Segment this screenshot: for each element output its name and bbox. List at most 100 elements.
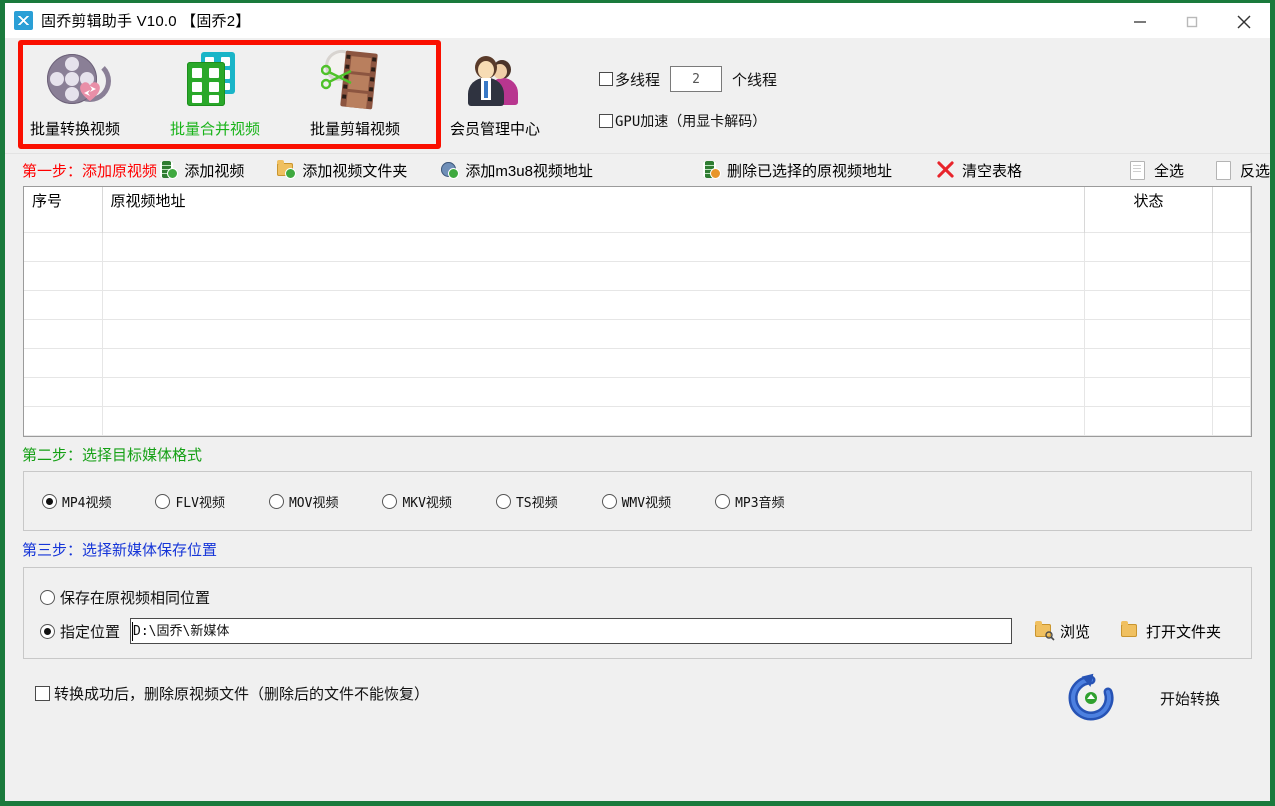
radio-mkv[interactable] — [382, 493, 398, 509]
table-row[interactable] — [24, 289, 1251, 319]
tool-label: 批量剪辑视频 — [309, 121, 400, 138]
delete-after-checkbox[interactable] — [35, 686, 50, 701]
format-option-wmv[interactable]: WMV视频 — [601, 492, 671, 511]
format-label: MKV视频 — [402, 495, 452, 511]
radio-flv[interactable] — [155, 493, 171, 509]
custom-location-row: 指定位置 D:\固乔\新媒体 浏览 打开文件夹 — [40, 614, 1251, 648]
members-icon — [459, 48, 531, 114]
add-video-button[interactable]: 添加视频 — [158, 160, 244, 181]
column-header-status[interactable]: 状态 — [1084, 187, 1213, 232]
table-row[interactable] — [24, 405, 1251, 435]
table-row[interactable] — [24, 376, 1251, 406]
table-header-row: 序号 原视频地址 状态 — [24, 187, 1251, 232]
bottom-bar: 转换成功后，删除原视频文件（删除后的文件不能恢复） 开始转换 — [5, 659, 1270, 769]
format-label: MP3音频 — [735, 495, 785, 511]
format-option-mp4[interactable]: MP4视频 — [42, 492, 111, 511]
radio-mp4[interactable] — [42, 493, 57, 509]
tool-batch-cut[interactable]: 批量剪辑视频 — [285, 38, 425, 139]
format-label: MOV视频 — [288, 495, 339, 511]
clear-table-button[interactable]: 清空表格 — [936, 160, 1022, 181]
radio-wmv[interactable] — [601, 493, 617, 509]
radio-mov[interactable] — [268, 493, 284, 509]
add-video-icon — [158, 161, 179, 179]
gpu-label: GPU加速（用显卡解码） — [615, 114, 767, 130]
window-controls — [1114, 3, 1270, 41]
tool-batch-merge[interactable]: 批量合并视频 — [145, 38, 285, 139]
merge-blocks-icon — [179, 48, 251, 114]
table-row[interactable] — [24, 231, 1251, 261]
delete-selected-icon — [701, 161, 721, 179]
radio-ts[interactable] — [495, 493, 511, 509]
save-path-input[interactable]: D:\固乔\新媒体 — [130, 618, 1012, 644]
start-convert-icon — [1064, 673, 1118, 723]
step2-title: 第二步：选择目标媒体格式 — [22, 446, 203, 464]
tool-label: 批量转换视频 — [29, 121, 120, 138]
destination-actions: 浏览 打开文件夹 — [1034, 621, 1251, 642]
maximize-button[interactable] — [1166, 3, 1218, 41]
select-all-button[interactable]: 全选 — [1128, 160, 1184, 181]
scissors-filmstrip-icon — [319, 45, 391, 114]
action-label: 添加视频 — [184, 162, 245, 180]
add-video-folder-button[interactable]: 添加视频文件夹 — [276, 160, 407, 181]
gpu-checkbox[interactable] — [599, 114, 613, 128]
start-convert-button[interactable]: 开始转换 — [1064, 673, 1220, 723]
thread-unit-label: 个线程 — [732, 71, 778, 89]
column-header-index[interactable]: 序号 — [24, 187, 103, 232]
tool-member-center[interactable]: 会员管理中心 — [425, 38, 565, 139]
add-m3u8-icon — [439, 161, 460, 179]
step2-header: 第二步：选择目标媒体格式 — [5, 437, 1270, 471]
open-folder-icon — [1120, 621, 1140, 640]
format-option-flv[interactable]: FLV视频 — [155, 492, 225, 511]
window-title: 固乔剪辑助手 V10.0 【固乔2】 — [41, 13, 251, 30]
radio-mp3[interactable] — [715, 493, 731, 509]
format-option-ts[interactable]: TS视频 — [495, 492, 558, 511]
browse-folder-icon — [1034, 621, 1055, 641]
format-option-mp3[interactable]: MP3音频 — [715, 492, 785, 511]
format-option-mkv[interactable]: MKV视频 — [382, 492, 452, 511]
application-window: 固乔剪辑助手 V10.0 【固乔2】 批量转换视频 批量合并视频 批量剪辑视频 … — [0, 0, 1275, 806]
action-label: 打开文件夹 — [1145, 623, 1221, 641]
open-folder-button[interactable]: 打开文件夹 — [1120, 621, 1221, 642]
step1-title: 第一步：添加原视频 — [22, 162, 158, 180]
close-button[interactable] — [1218, 3, 1270, 41]
table-row[interactable] — [24, 318, 1251, 348]
thread-count-input[interactable]: 2 — [670, 66, 723, 92]
multithread-option: 多线程 2 个线程 — [599, 64, 777, 94]
step3-header: 第三步：选择新媒体保存位置 — [5, 531, 1270, 567]
tool-buttons: 批量转换视频 批量合并视频 批量剪辑视频 会员管理中心 — [5, 38, 565, 139]
invert-selection-button[interactable]: 反选 — [1214, 160, 1270, 181]
video-list-table[interactable]: 序号 原视频地址 状态 — [23, 186, 1252, 437]
table-row[interactable] — [24, 347, 1251, 377]
format-label: FLV视频 — [175, 495, 225, 511]
multithread-checkbox[interactable] — [599, 72, 613, 86]
format-panel: MP4视频 FLV视频 MOV视频 MKV视频 TS视频 WMV视频 MP3音频 — [23, 471, 1252, 531]
column-header-path[interactable]: 原视频地址 — [102, 187, 1085, 232]
radio-same-location[interactable] — [40, 589, 55, 605]
browse-button[interactable]: 浏览 — [1034, 621, 1090, 642]
clear-table-icon — [936, 161, 956, 179]
custom-location-label: 指定位置 — [60, 623, 121, 641]
format-option-mov[interactable]: MOV视频 — [268, 492, 339, 511]
action-label: 浏览 — [1059, 623, 1090, 641]
add-m3u8-button[interactable]: 添加m3u8视频地址 — [439, 160, 593, 181]
delete-selected-button[interactable]: 删除已选择的原视频地址 — [701, 160, 892, 181]
format-label: MP4视频 — [62, 495, 112, 511]
same-location-row[interactable]: 保存在原视频相同位置 — [40, 580, 1251, 614]
toolbar-options: 多线程 2 个线程 GPU加速（用显卡解码） — [599, 64, 777, 148]
minimize-button[interactable] — [1114, 3, 1166, 41]
tool-label: 批量合并视频 — [169, 121, 260, 138]
same-location-label: 保存在原视频相同位置 — [60, 589, 211, 607]
start-convert-label: 开始转换 — [1159, 690, 1220, 708]
action-label: 全选 — [1153, 162, 1184, 180]
invert-selection-icon — [1214, 161, 1234, 180]
film-reel-convert-icon — [39, 48, 111, 114]
multithread-label: 多线程 — [615, 71, 661, 89]
tool-label: 会员管理中心 — [449, 121, 540, 138]
radio-custom-location[interactable] — [40, 623, 55, 639]
table-row[interactable] — [24, 260, 1251, 290]
gpu-option: GPU加速（用显卡解码） — [599, 106, 777, 136]
action-label: 添加视频文件夹 — [302, 162, 408, 180]
table-row[interactable] — [24, 434, 1251, 436]
tool-batch-convert[interactable]: 批量转换视频 — [5, 38, 145, 139]
column-header-filler — [1212, 187, 1251, 232]
